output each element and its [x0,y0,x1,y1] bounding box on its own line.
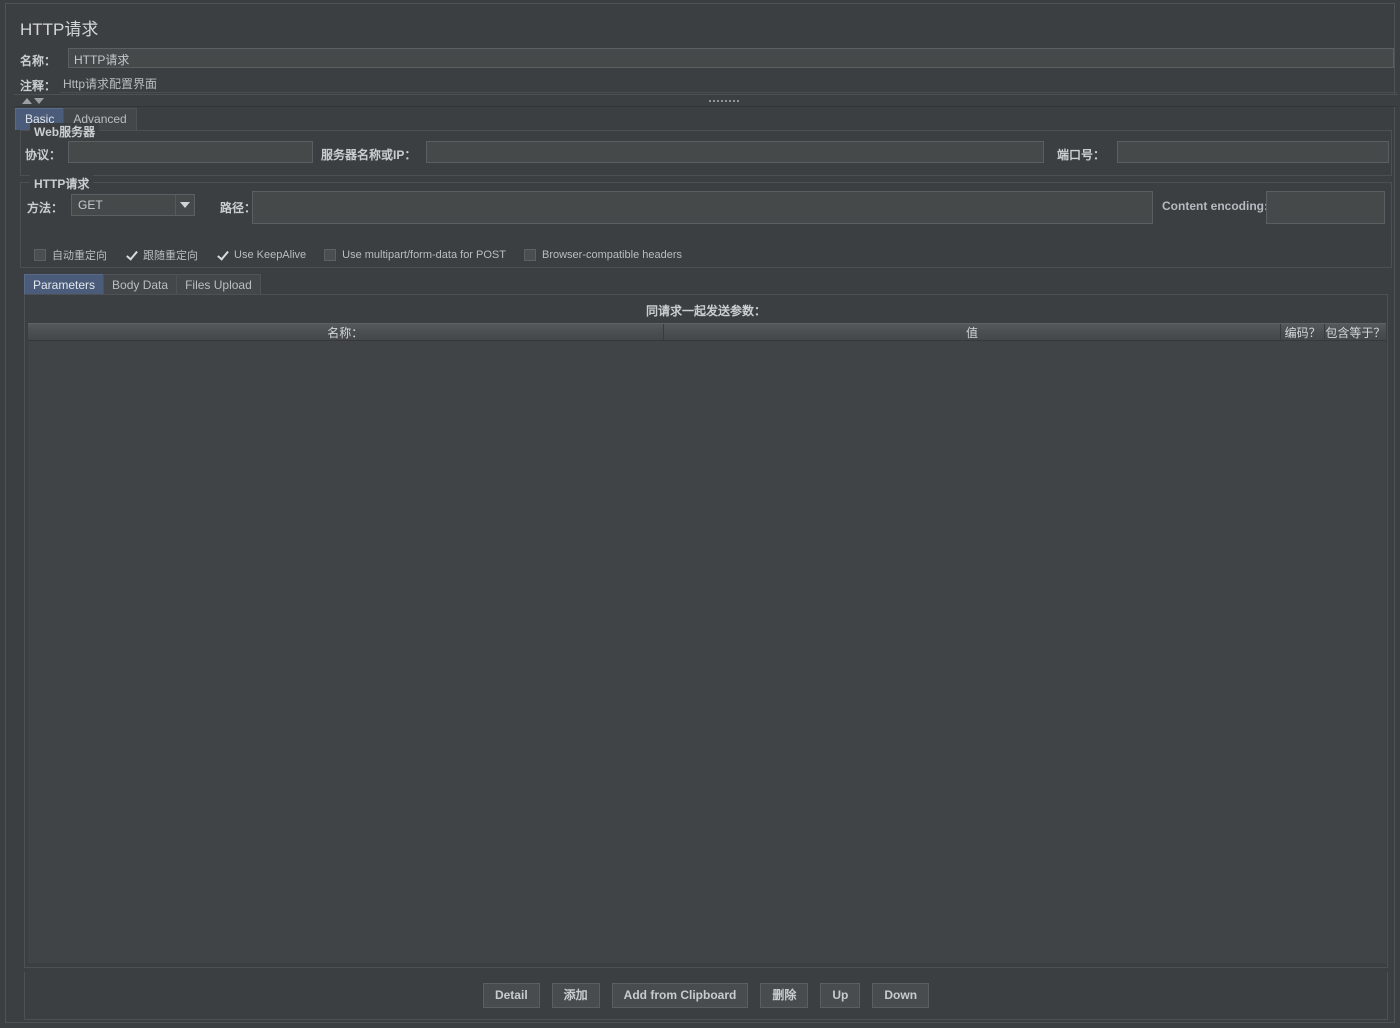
http-request-panel-window: HTTP请求 名称： 注释： Basic Advanced [0,0,1400,1028]
checkbox-label: Use multipart/form-data for POST [342,249,506,261]
splitter-arrows[interactable] [22,96,48,105]
name-input[interactable] [68,48,1394,68]
parameters-table-header: 名称： 值 编码？ 包含等于？ [28,323,1386,341]
name-row: 名称： [14,48,1396,69]
tab-files-upload[interactable]: Files Upload [176,274,261,295]
web-server-group-title: Web服务器 [30,123,100,140]
detail-button[interactable]: Detail [482,983,540,1008]
checkbox-checked-icon[interactable] [216,249,228,261]
port-label: 端口号： [1057,148,1106,162]
request-data-tab-bar: Parameters Body Data Files Upload [24,274,261,295]
parameters-caption: 同请求一起发送参数： [645,304,766,318]
method-dropdown-value: GET [78,198,103,212]
parameters-table-body[interactable] [28,341,1386,963]
tab-parameters[interactable]: Parameters [24,274,105,295]
splitter-grip-icon[interactable] [709,98,739,103]
checkbox-box-icon[interactable] [523,249,536,261]
column-header-value[interactable]: 值 [664,324,1282,340]
checkbox-label: Use KeepAlive [234,249,307,261]
checkbox-label: 跟随重定向 [143,250,198,262]
parameters-panel: 同请求一起发送参数： 名称： 值 编码？ 包含等于？ [24,294,1388,968]
add-from-clipboard-button[interactable]: Add from Clipboard [611,983,749,1008]
column-header-encode[interactable]: 编码？ [1281,324,1325,340]
column-header-name[interactable]: 名称： [28,324,664,340]
content-encoding-label: Content encoding: [1162,199,1268,213]
add-button[interactable]: 添加 [551,983,600,1008]
window-border: HTTP请求 名称： 注释： Basic Advanced [5,3,1398,1023]
page-title: HTTP请求 [20,20,99,39]
checkbox-browser-compatible-headers[interactable]: Browser-compatible headers [523,249,682,261]
checkbox-box-icon[interactable] [324,249,337,261]
request-options-checkbox-row: 自动重定向 跟随重定向 Use KeepAlive Use multipart/… [34,247,700,263]
method-label: 方法： [27,201,64,215]
up-button[interactable]: Up [820,983,861,1008]
comment-row: 注释： [14,75,1397,93]
checkbox-use-keepalive[interactable]: Use KeepAlive [216,249,306,261]
column-header-include-equals[interactable]: 包含等于？ [1325,324,1386,340]
server-name-input[interactable] [426,141,1044,163]
checkbox-use-multipart[interactable]: Use multipart/form-data for POST [324,249,506,261]
name-label: 名称： [20,54,57,68]
web-server-group: Web服务器 协议： 服务器名称或IP： 端口号： [20,123,1392,176]
checkbox-follow-redirects[interactable]: 跟随重定向 [125,247,198,263]
content-encoding-input[interactable] [1266,191,1385,224]
method-dropdown[interactable]: GET [71,194,195,216]
port-input[interactable] [1117,141,1389,163]
checkbox-box-icon[interactable] [34,249,46,261]
checkbox-label: Browser-compatible headers [541,249,682,261]
tab-body-data[interactable]: Body Data [103,274,178,295]
checkbox-auto-redirect[interactable]: 自动重定向 [34,247,107,263]
parameters-button-bar: Detail 添加 Add from Clipboard 删除 Up Down [24,972,1388,1020]
delete-button[interactable]: 删除 [760,983,809,1008]
split-pane-divider[interactable] [14,94,1398,107]
checkbox-checked-icon[interactable] [125,249,137,261]
path-input[interactable] [252,191,1153,224]
chevron-down-icon[interactable] [175,195,194,215]
checkbox-label: 自动重定向 [52,250,107,262]
collapse-down-icon[interactable] [34,97,44,104]
parameters-table: 名称： 值 编码？ 包含等于？ [28,323,1386,965]
comment-input[interactable] [60,75,1397,93]
collapse-up-icon[interactable] [22,97,32,104]
comment-label: 注释： [20,79,57,93]
protocol-label: 协议： [25,148,62,162]
protocol-input[interactable] [68,141,313,163]
server-name-label: 服务器名称或IP： [321,148,417,162]
path-label: 路径： [220,201,257,215]
http-request-group-title: HTTP请求 [30,175,94,192]
down-button[interactable]: Down [872,983,930,1008]
